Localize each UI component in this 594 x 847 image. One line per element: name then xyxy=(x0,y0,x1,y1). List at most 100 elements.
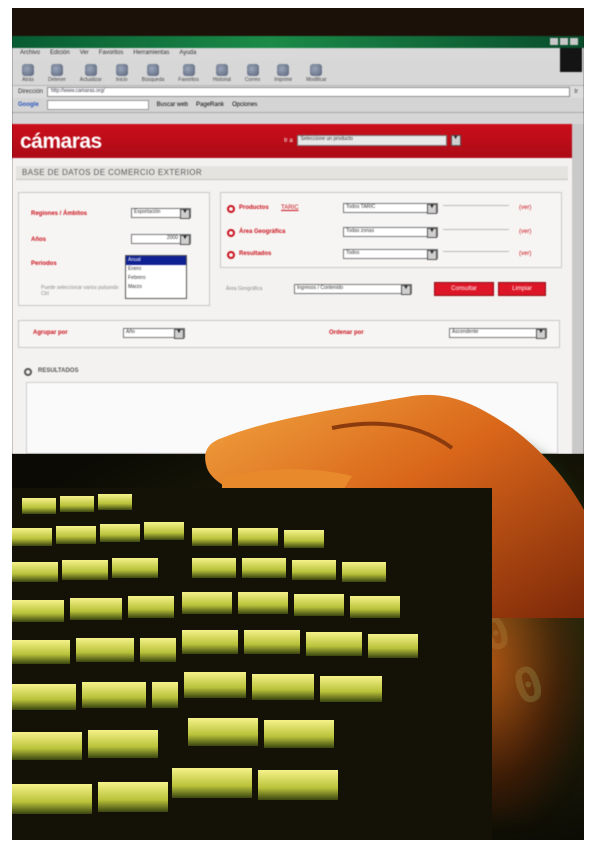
area-label: Área Geográfica xyxy=(239,229,286,235)
minimize-button[interactable] xyxy=(550,38,558,45)
toolbar-refresh-button[interactable]: Actualizar xyxy=(80,64,102,83)
chevron-down-icon xyxy=(180,209,190,219)
sort-label: Ordenar por xyxy=(329,330,364,336)
toolbar-home-button[interactable]: Inicio xyxy=(115,64,128,83)
product-value: Todos TARIC xyxy=(346,204,376,210)
address-input[interactable]: http://www.camaras.org/ xyxy=(47,87,571,97)
history-icon xyxy=(215,64,228,76)
period-hint: Puede seleccionar varios pulsando Ctrl xyxy=(41,285,119,297)
toolbar: Atrás Detener Actualizar Inicio Búsqueda… xyxy=(12,60,584,86)
region-select[interactable]: Exportación xyxy=(131,208,191,219)
group-value: Año xyxy=(126,329,135,335)
star-icon xyxy=(182,64,195,76)
address-label: Dirección xyxy=(18,89,44,95)
menu-item[interactable]: Ayuda xyxy=(179,50,196,58)
menu-item[interactable]: Ver xyxy=(80,50,89,58)
go-button[interactable]: Ir xyxy=(574,89,578,95)
google-search-button[interactable]: Buscar web xyxy=(157,102,188,108)
sort-select[interactable]: Ascendente xyxy=(449,328,547,339)
result-label: Resultados xyxy=(239,251,272,257)
reset-button[interactable]: Limpiar xyxy=(498,282,546,296)
search-icon xyxy=(147,64,160,76)
toolbar-search-button[interactable]: Búsqueda xyxy=(141,64,165,83)
radio-icon[interactable] xyxy=(227,251,235,259)
toolbar-label: Modificar xyxy=(306,77,327,83)
consult-button[interactable]: Consultar xyxy=(434,282,494,296)
toolbar-stop-button[interactable]: Detener xyxy=(48,64,66,83)
output-select[interactable]: Ingresos / Contenido xyxy=(294,284,412,295)
area-select[interactable]: Todas zonas xyxy=(343,227,438,238)
year-label: Años xyxy=(31,237,46,243)
region-label: Regiones / Ámbitos xyxy=(31,211,88,217)
site-logo[interactable]: cámaras xyxy=(20,130,102,154)
radio-icon[interactable] xyxy=(227,229,235,237)
chevron-down-icon xyxy=(174,329,184,339)
keyboard-illustration xyxy=(12,488,492,840)
chevron-down-icon xyxy=(427,250,437,260)
list-item[interactable]: Anual xyxy=(126,256,186,265)
region-value: Exportación xyxy=(134,209,161,215)
toolbar-label: Correo xyxy=(244,77,261,83)
stop-icon xyxy=(50,64,63,76)
toolbar-favorites-button[interactable]: Favoritos xyxy=(178,64,199,83)
browser-logo xyxy=(560,48,582,72)
menu-item[interactable]: Herramientas xyxy=(133,50,169,58)
toolbar-label: Actualizar xyxy=(79,77,102,83)
menu-bar: Archivo Edición Ver Favoritos Herramient… xyxy=(12,48,584,60)
period-listbox[interactable]: Anual Enero Febrero Marzo xyxy=(125,255,187,299)
area-view-link[interactable]: (ver) xyxy=(519,229,531,235)
maximize-button[interactable] xyxy=(560,38,568,45)
result-view-link[interactable]: (ver) xyxy=(519,251,531,257)
pagerank-label: PageRank xyxy=(196,102,225,108)
area-checkbox-label[interactable]: Área Geográfica xyxy=(226,286,262,292)
title-bar xyxy=(12,36,584,48)
close-button[interactable] xyxy=(570,38,578,45)
toolbar-print-button[interactable]: Imprimir xyxy=(274,64,292,83)
year-select[interactable]: 2000 xyxy=(131,234,191,245)
options-button[interactable]: Opciones xyxy=(232,102,257,108)
chevron-down-icon[interactable] xyxy=(450,135,461,146)
site-header: cámaras Ir a Seleccione un producto xyxy=(12,124,572,158)
results-header: RESULTADOS xyxy=(38,368,79,374)
product-select[interactable]: Todos TARIC xyxy=(343,203,438,214)
chevron-down-icon xyxy=(401,285,411,295)
taric-link[interactable]: TARIC xyxy=(281,205,299,211)
menu-item[interactable]: Favoritos xyxy=(99,50,124,58)
divider xyxy=(443,205,509,206)
google-search-input[interactable] xyxy=(46,100,149,110)
toolbar-edit-button[interactable]: Modificar xyxy=(306,64,327,83)
list-item[interactable]: Febrero xyxy=(126,274,186,283)
toolbar-label: Búsqueda xyxy=(141,77,165,83)
menu-item[interactable]: Edición xyxy=(50,50,70,58)
group-select[interactable]: Año xyxy=(123,328,185,339)
page-title: BASE DE DATOS DE COMERCIO EXTERIOR xyxy=(16,166,568,180)
area-value: Todas zonas xyxy=(346,228,375,234)
product-view-link[interactable]: (ver) xyxy=(519,205,531,211)
chevron-down-icon xyxy=(427,204,437,214)
sort-value: Ascendente xyxy=(452,329,479,335)
menu-item[interactable]: Archivo xyxy=(20,50,40,58)
chevron-down-icon xyxy=(180,235,190,245)
photo: Archivo Edición Ver Favoritos Herramient… xyxy=(12,8,584,840)
toolbar-label: Imprimir xyxy=(274,77,293,83)
google-toolbar: Google Buscar web PageRank Opciones xyxy=(12,98,584,113)
toolbar-history-button[interactable]: Historial xyxy=(213,64,231,83)
home-icon xyxy=(115,64,128,76)
window-controls xyxy=(550,38,578,45)
toolbar-label: Favoritos xyxy=(178,77,199,83)
chevron-down-icon xyxy=(427,228,437,238)
toolbar-mail-button[interactable]: Correo xyxy=(245,64,260,83)
result-select[interactable]: Todos xyxy=(343,249,438,260)
radio-icon[interactable] xyxy=(227,205,235,213)
jump-label: Ir a xyxy=(284,137,293,144)
product-jump: Ir a Seleccione un producto xyxy=(284,135,461,146)
mail-icon xyxy=(246,64,259,76)
list-item[interactable]: Marzo xyxy=(126,283,186,292)
toolbar-back-button[interactable]: Atrás xyxy=(22,64,34,83)
toolbar-label: Inicio xyxy=(115,77,128,83)
toolbar-label: Historial xyxy=(212,77,231,83)
list-item[interactable]: Enero xyxy=(126,265,186,274)
toolbar-label: Atrás xyxy=(22,77,34,83)
result-value: Todos xyxy=(346,250,360,256)
product-select[interactable]: Seleccione un producto xyxy=(296,135,447,146)
